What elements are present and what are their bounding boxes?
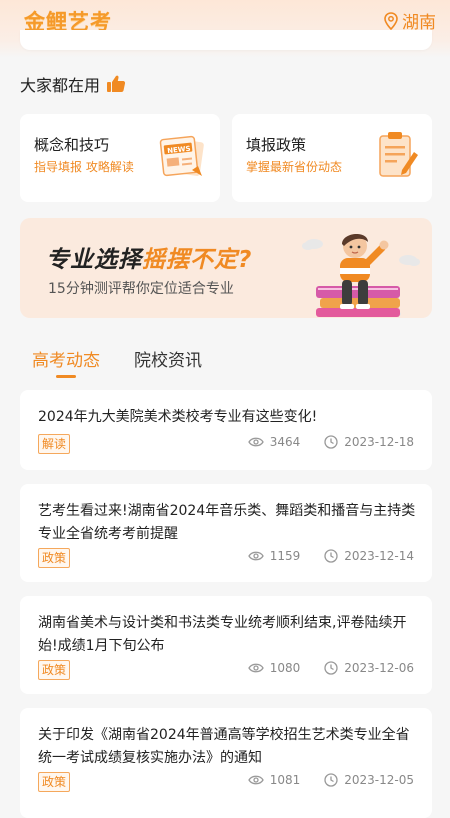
news-tag: 政策 [38,548,70,568]
card-policy[interactable]: 填报政策 掌握最新省份动态 [232,114,432,202]
news-meta: 1080 2023-12-06 [247,661,414,675]
view-count: 3464 [269,435,301,449]
clock-icon [324,661,338,675]
thumbs-up-icon [106,74,126,94]
card-subtitle: 掌握最新省份动态 [246,160,343,174]
news-title: 艺考生看过来!湖南省2024年音乐类、舞蹈类和播音与主持类专业全省统考考前提醒 [38,503,416,542]
location-pin-icon [384,11,398,30]
section-title: 大家都在用 [20,76,101,95]
list-item[interactable]: 艺考生看过来!湖南省2024年音乐类、舞蹈类和播音与主持类专业全省统考考前提醒 … [20,484,432,582]
clock-icon [324,549,338,563]
card-concepts[interactable]: 概念和技巧 指导填报 攻略解读 NEWS [20,114,220,202]
eye-icon [247,436,264,448]
news-meta: 3464 2023-12-18 [247,435,414,449]
news-tag: 政策 [38,772,70,792]
assessment-banner[interactable]: 专业选择摇摆不定? 15分钟测评帮你定位适合专业 [20,218,432,318]
news-meta: 1081 2023-12-05 [247,773,414,787]
card-title: 概念和技巧 [34,136,110,154]
news-title: 2024年九大美院美术类校考专业有这些变化! [38,409,318,425]
section-header: 大家都在用 [20,72,126,96]
list-item[interactable]: 关于印发《湖南省2024年普通高等学校招生艺术类专业全省统一考试成绩复核实施办法… [20,708,432,818]
search-area-bottom [20,30,432,50]
news-icon: NEWS [158,130,208,182]
student-illustration [296,222,426,318]
publish-date: 2023-12-06 [344,661,414,675]
tab-college-info[interactable]: 院校资讯 [134,346,202,371]
eye-icon [247,662,264,674]
banner-title: 专业选择摇摆不定? [46,240,252,274]
list-item[interactable]: 湖南省美术与设计类和书法类专业统考顺利结束,评卷陆续开始!成绩1月下旬公布 政策… [20,596,432,694]
banner-subtitle: 15分钟测评帮你定位适合专业 [48,281,234,297]
news-title: 湖南省美术与设计类和书法类专业统考顺利结束,评卷陆续开始!成绩1月下旬公布 [38,615,407,654]
publish-date: 2023-12-14 [344,549,414,563]
clipboard-icon [370,130,420,182]
clock-icon [324,773,338,787]
publish-date: 2023-12-18 [344,435,414,449]
feature-cards: 概念和技巧 指导填报 攻略解读 NEWS 填报政策 掌握最新省份动态 [20,114,432,202]
banner-title-part2: 摇摆不定? [142,247,253,273]
eye-icon [247,774,264,786]
clock-icon [324,435,338,449]
card-title: 填报政策 [246,136,307,154]
list-item[interactable]: 2024年九大美院美术类校考专业有这些变化! 解读 3464 2023-12-1… [20,390,432,470]
news-tag: 解读 [38,434,70,454]
news-tabs: 高考动态 院校资讯 [32,346,202,378]
news-title: 关于印发《湖南省2024年普通高等学校招生艺术类专业全省统一考试成绩复核实施办法… [38,727,410,766]
view-count: 1080 [269,661,301,675]
news-meta: 1159 2023-12-14 [247,549,414,563]
tab-gaokao-news[interactable]: 高考动态 [32,346,100,378]
eye-icon [247,550,264,562]
news-tag: 政策 [38,660,70,680]
card-subtitle: 指导填报 攻略解读 [34,160,134,174]
view-count: 1159 [269,549,301,563]
banner-title-part1: 专业选择 [46,247,142,273]
view-count: 1081 [269,773,301,787]
publish-date: 2023-12-05 [344,773,414,787]
